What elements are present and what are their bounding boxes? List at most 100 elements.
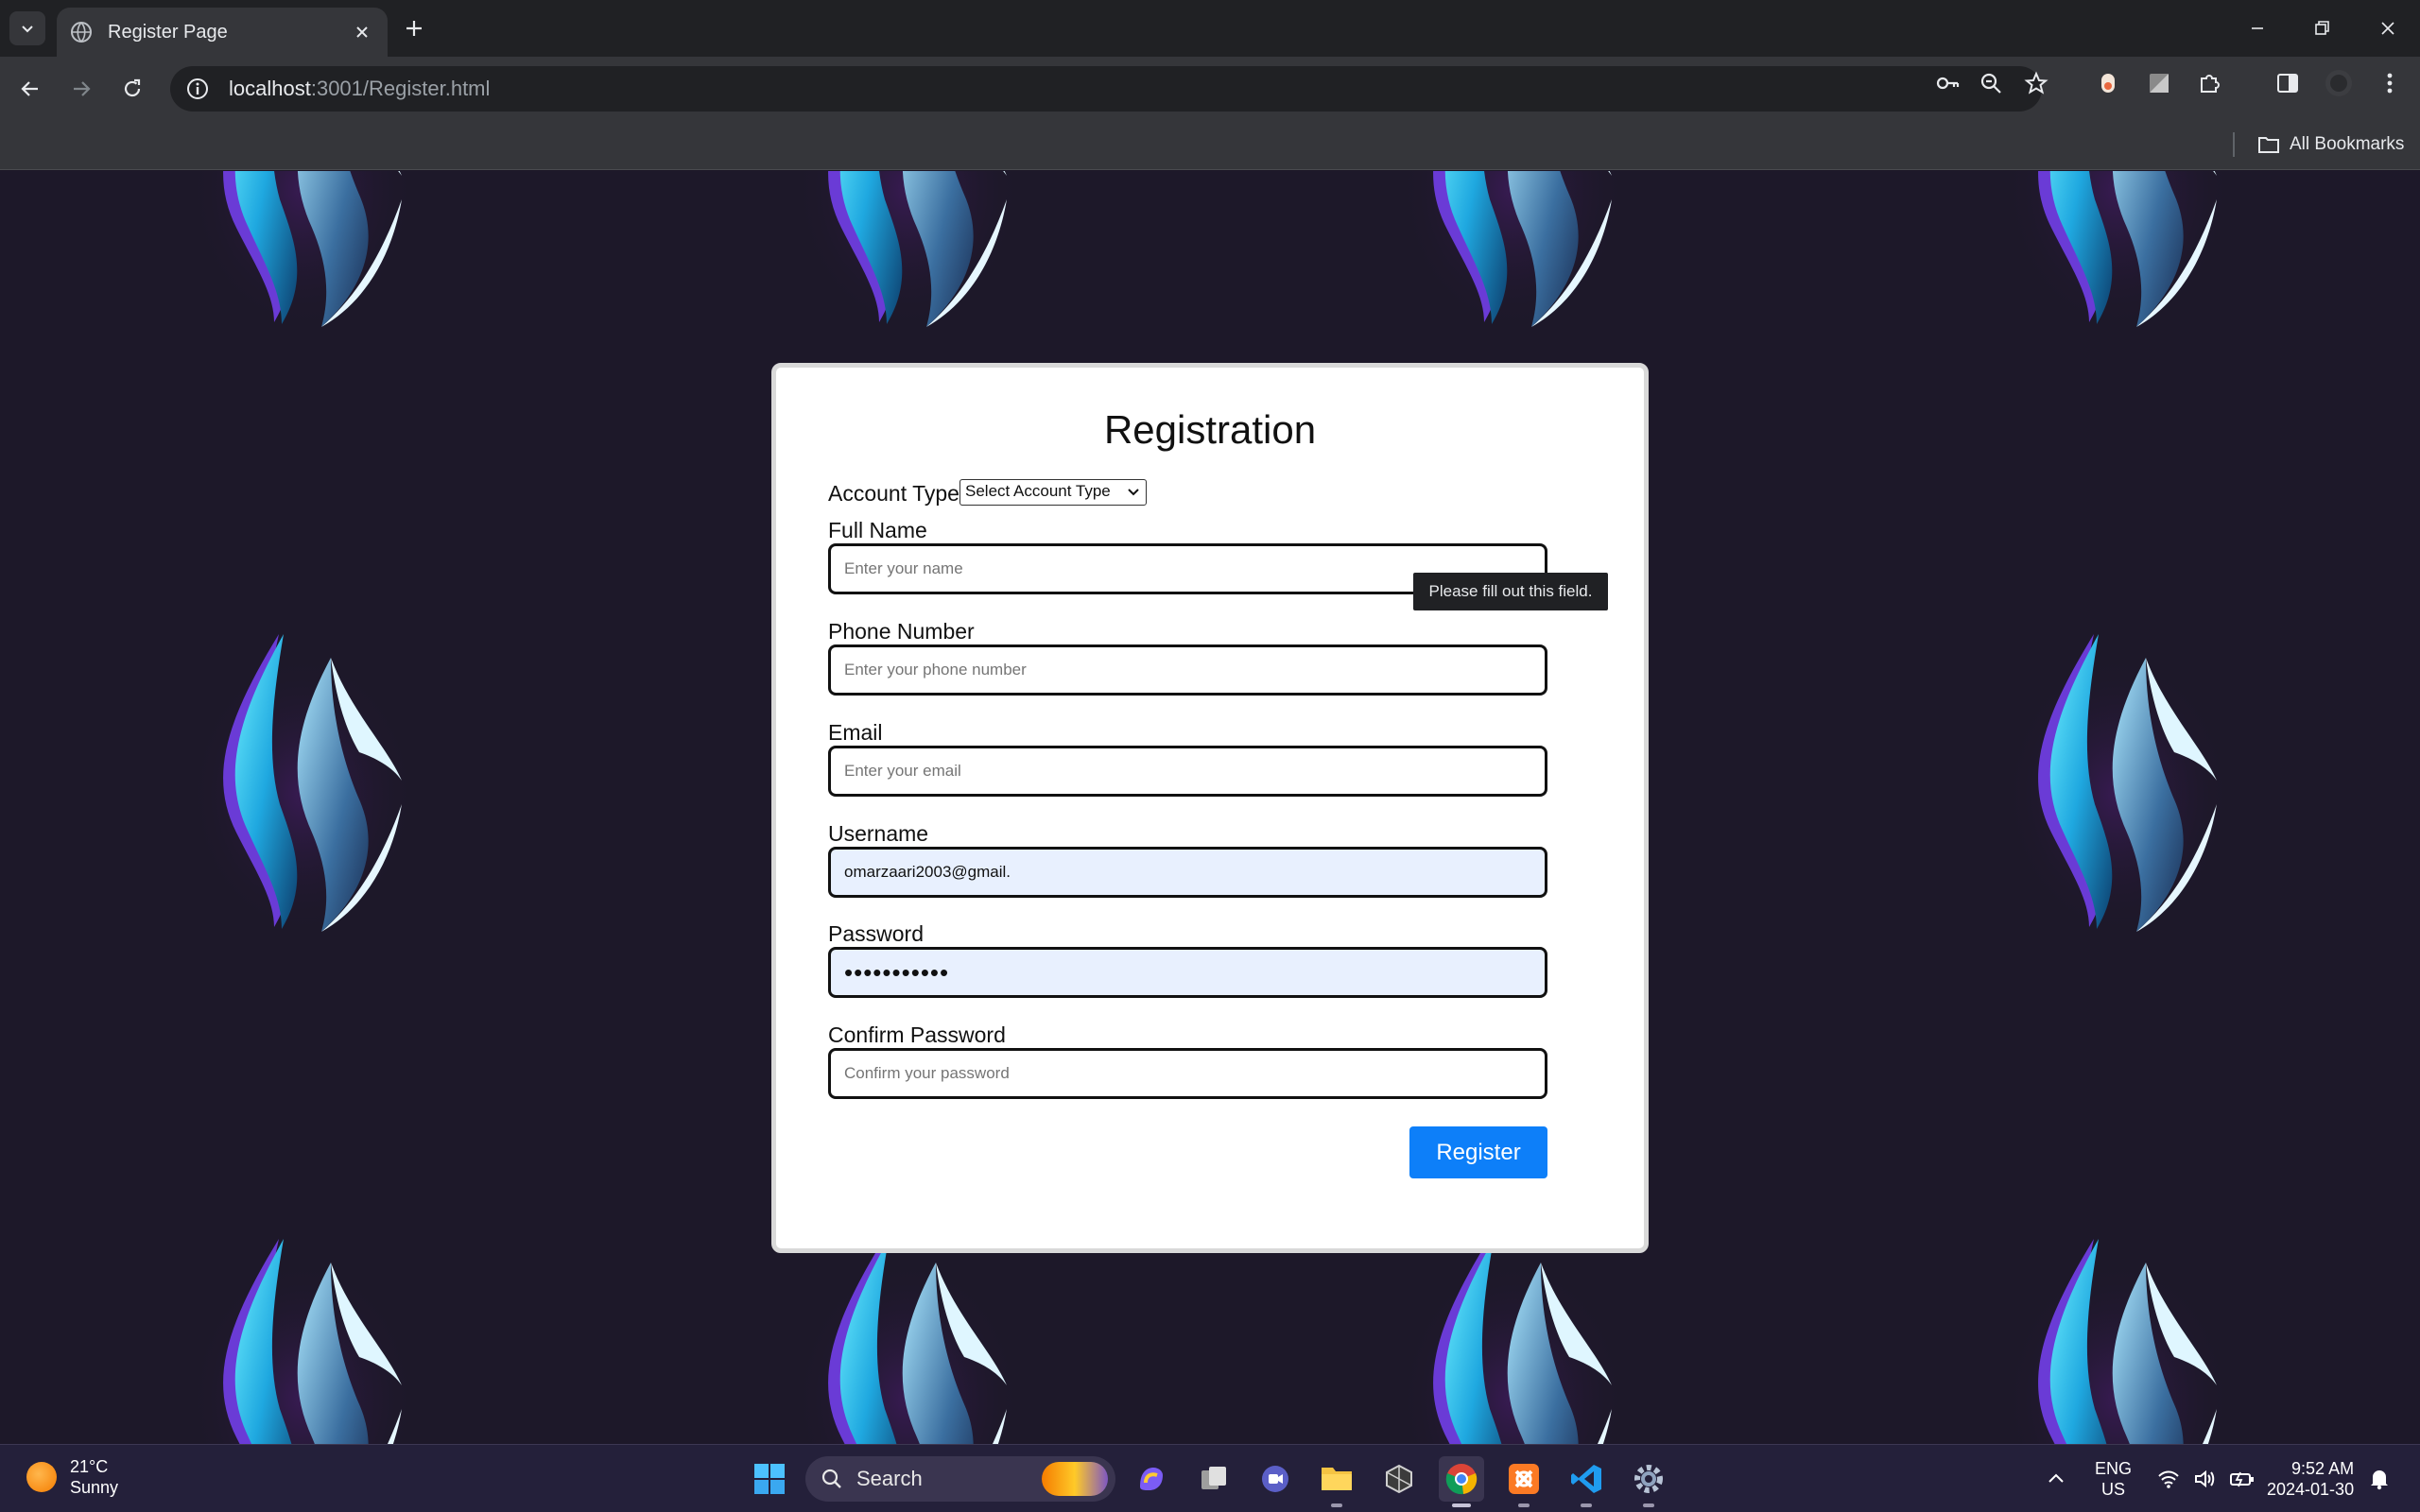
account-type-select[interactable]: Select Account Type [959, 479, 1147, 506]
register-button[interactable]: Register [1409, 1126, 1547, 1178]
notifications-button[interactable] [2369, 1445, 2390, 1512]
registration-form: Registration Account Type Select Account… [771, 363, 1649, 1253]
restore-button[interactable] [2301, 9, 2342, 47]
bell-icon [2371, 1470, 2388, 1490]
lang-line1: ENG [2095, 1459, 2133, 1478]
extension-tile-button[interactable] [2144, 68, 2174, 98]
site-info-icon[interactable] [185, 77, 210, 101]
bookmarks-separator [2233, 132, 2235, 157]
all-bookmarks-label: All Bookmarks [2290, 134, 2405, 154]
restore-icon [2315, 21, 2329, 35]
close-icon [2381, 22, 2394, 35]
new-tab-button[interactable] [399, 13, 429, 43]
email-input[interactable]: Enter your email [828, 746, 1547, 797]
taskbar-xampp[interactable] [1501, 1456, 1547, 1507]
gear-icon [1634, 1465, 1663, 1493]
language-indicator[interactable]: ENG US [2095, 1445, 2132, 1512]
email-label: Email [828, 720, 883, 745]
zoom-button[interactable] [1976, 68, 2006, 98]
clock[interactable]: 9:52 AM 2024-01-30 [2267, 1445, 2354, 1512]
tab-search-button[interactable] [9, 11, 45, 45]
cube-app-icon [1386, 1464, 1412, 1494]
password-key-button[interactable] [1932, 68, 1962, 98]
folder-icon [1322, 1468, 1352, 1490]
network-volume-battery[interactable] [2157, 1445, 2256, 1512]
taskbar-task-view[interactable] [1191, 1456, 1236, 1502]
password-label: Password [828, 921, 924, 946]
window-close-button[interactable] [2367, 9, 2409, 47]
task-view-icon [1201, 1467, 1226, 1489]
flame-logo-tile [189, 615, 416, 955]
tab-close-button[interactable] [350, 20, 374, 44]
search-icon [821, 1469, 841, 1488]
minimize-button[interactable] [2237, 9, 2278, 47]
chevron-down-icon [1128, 489, 1139, 496]
all-bookmarks-button[interactable]: All Bookmarks [2257, 130, 2404, 159]
start-button[interactable] [747, 1456, 792, 1502]
running-indicator [1518, 1503, 1530, 1507]
taskbar-chrome[interactable] [1439, 1456, 1484, 1507]
flame-logo-tile [189, 171, 416, 351]
back-button[interactable] [11, 70, 49, 108]
taskbar: 21°C Sunny Search ENG US 9:52 AM 2024-01… [0, 1444, 2420, 1512]
password-input[interactable]: ••••••••••• [828, 947, 1547, 998]
password-value: ••••••••••• [844, 957, 950, 987]
browser-toolbar: localhost:3001/Register.html [0, 57, 2420, 121]
phone-label: Phone Number [828, 619, 975, 644]
minimize-icon [2252, 27, 2263, 29]
reload-button[interactable] [113, 70, 151, 108]
flame-logo-tile [794, 1220, 1021, 1444]
taskbar-copilot[interactable] [1129, 1456, 1174, 1502]
profile-button[interactable] [2324, 68, 2354, 98]
kebab-menu-icon [2387, 73, 2393, 94]
bookmarks-bar: All Bookmarks [0, 121, 2420, 170]
address-bar[interactable]: localhost:3001/Register.html [170, 66, 2042, 112]
extension-record-button[interactable] [2093, 68, 2123, 98]
flame-logo-tile [794, 171, 1021, 351]
email-placeholder: Enter your email [844, 762, 961, 780]
validation-tooltip: Please fill out this field. [1413, 573, 1608, 610]
tab-register-page[interactable]: Register Page [57, 8, 388, 57]
forward-button[interactable] [62, 70, 100, 108]
chevron-down-icon [22, 26, 33, 33]
sun-icon [26, 1462, 57, 1492]
taskbar-settings[interactable] [1626, 1456, 1671, 1507]
clock-date: 2024-01-30 [2267, 1480, 2355, 1499]
search-highlight-icon [1042, 1462, 1108, 1496]
username-input[interactable]: omarzaari2003@gmail. [828, 847, 1547, 898]
wifi-icon [2158, 1470, 2179, 1488]
taskbar-file-explorer[interactable] [1314, 1456, 1359, 1507]
running-indicator [1331, 1503, 1342, 1507]
confirm-password-label: Confirm Password [828, 1022, 1006, 1047]
extensions-button[interactable] [2195, 68, 2225, 98]
page-viewport: Registration Account Type Select Account… [0, 171, 2420, 1444]
form-title: Registration [1103, 407, 1317, 452]
menu-button[interactable] [2375, 68, 2405, 98]
confirm-password-placeholder: Confirm your password [844, 1064, 1010, 1082]
active-indicator [1452, 1503, 1471, 1507]
taskbar-vscode[interactable] [1564, 1456, 1609, 1507]
bookmark-star-button[interactable] [2021, 68, 2051, 98]
taskbar-teams[interactable] [1253, 1456, 1298, 1502]
search-label: Search [856, 1467, 923, 1490]
xampp-icon [1509, 1464, 1539, 1494]
tab-title: Register Page [108, 21, 228, 43]
weather-widget[interactable]: 21°C Sunny [26, 1456, 118, 1498]
taskbar-unity[interactable] [1376, 1456, 1422, 1502]
plus-icon [406, 21, 422, 36]
show-hidden-icons[interactable] [2046, 1445, 2066, 1512]
flame-logo-tile [189, 1220, 416, 1444]
chevron-up-icon [2048, 1473, 2064, 1483]
side-panel-button[interactable] [2273, 68, 2303, 98]
confirm-password-input[interactable]: Confirm your password [828, 1048, 1547, 1099]
full-name-placeholder: Enter your name [844, 559, 963, 577]
username-label: Username [828, 821, 929, 846]
username-value: omarzaari2003@gmail. [844, 863, 1011, 881]
account-type-label: Account Type [828, 481, 959, 506]
close-icon [356, 26, 368, 38]
side-panel-icon [2277, 74, 2298, 93]
phone-input[interactable]: Enter your phone number [828, 644, 1547, 696]
lang-line2: US [2101, 1480, 2126, 1499]
tab-strip: Register Page [0, 0, 2420, 57]
taskbar-search[interactable]: Search [805, 1456, 1115, 1502]
